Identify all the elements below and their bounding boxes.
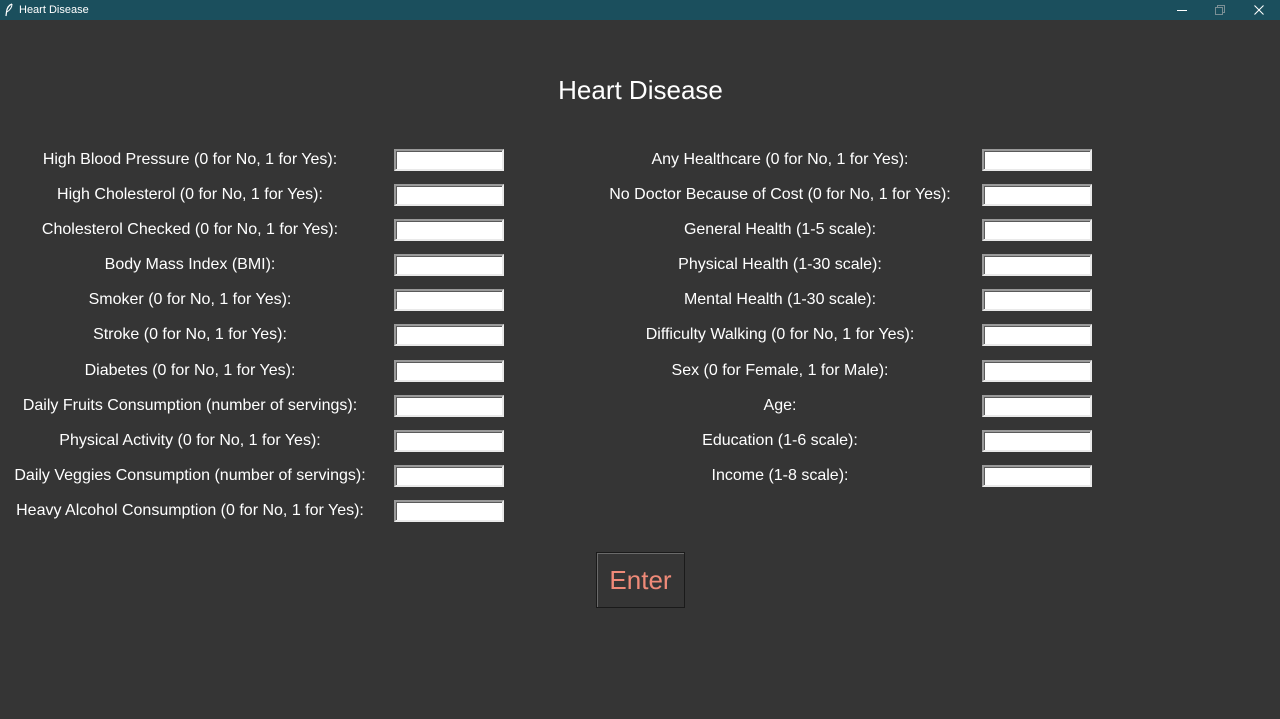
label-mental-health: Mental Health (1-30 scale):: [683, 291, 877, 308]
veggies-input[interactable]: [394, 465, 504, 487]
diabetes-input[interactable]: [394, 360, 504, 382]
close-icon: [1254, 5, 1264, 15]
label-physical-activity: Physical Activity (0 for No, 1 for Yes):: [59, 432, 321, 449]
high-blood-pressure-input[interactable]: [394, 149, 504, 171]
smoker-input[interactable]: [394, 289, 504, 311]
window-title: Heart Disease: [19, 4, 89, 16]
close-button[interactable]: [1240, 0, 1278, 20]
label-diabetes: Diabetes (0 for No, 1 for Yes):: [84, 362, 296, 379]
label-general-health: General Health (1-5 scale):: [683, 221, 877, 238]
mental-health-input[interactable]: [982, 289, 1092, 311]
fruits-input[interactable]: [394, 395, 504, 417]
label-no-doctor-cost: No Doctor Because of Cost (0 for No, 1 f…: [609, 186, 951, 203]
label-difficulty-walking: Difficulty Walking (0 for No, 1 for Yes)…: [645, 326, 915, 343]
label-bmi: Body Mass Index (BMI):: [104, 256, 276, 273]
any-healthcare-input[interactable]: [982, 149, 1092, 171]
bmi-input[interactable]: [394, 254, 504, 276]
label-smoker: Smoker (0 for No, 1 for Yes):: [88, 291, 292, 308]
income-input[interactable]: [982, 465, 1092, 487]
label-high-cholesterol: High Cholesterol (0 for No, 1 for Yes):: [57, 186, 323, 203]
label-sex: Sex (0 for Female, 1 for Male):: [671, 362, 889, 379]
high-cholesterol-input[interactable]: [394, 184, 504, 206]
label-fruits: Daily Fruits Consumption (number of serv…: [22, 397, 358, 414]
maximize-button[interactable]: [1201, 0, 1239, 20]
minimize-icon: [1177, 5, 1187, 15]
app-window: Heart Disease Heart Disease High Blood P…: [0, 0, 1280, 719]
general-health-input[interactable]: [982, 219, 1092, 241]
maximize-icon: [1215, 5, 1225, 15]
no-doctor-cost-input[interactable]: [982, 184, 1092, 206]
label-physical-health: Physical Health (1-30 scale):: [678, 256, 882, 273]
stroke-input[interactable]: [394, 324, 504, 346]
difficulty-walking-input[interactable]: [982, 324, 1092, 346]
title-bar[interactable]: Heart Disease: [0, 0, 1280, 20]
cholesterol-checked-input[interactable]: [394, 219, 504, 241]
label-cholesterol-checked: Cholesterol Checked (0 for No, 1 for Yes…: [41, 221, 339, 238]
page-title: Heart Disease: [558, 75, 723, 105]
age-input[interactable]: [982, 395, 1092, 417]
physical-health-input[interactable]: [982, 254, 1092, 276]
label-heavy-alcohol: Heavy Alcohol Consumption (0 for No, 1 f…: [16, 502, 364, 519]
heavy-alcohol-input[interactable]: [394, 500, 504, 522]
education-input[interactable]: [982, 430, 1092, 452]
label-any-healthcare: Any Healthcare (0 for No, 1 for Yes):: [651, 151, 909, 168]
enter-button[interactable]: Enter: [596, 552, 685, 608]
physical-activity-input[interactable]: [394, 430, 504, 452]
label-veggies: Daily Veggies Consumption (number of ser…: [14, 467, 366, 484]
label-high-blood-pressure: High Blood Pressure (0 for No, 1 for Yes…: [42, 151, 338, 168]
label-age: Age:: [763, 397, 797, 414]
minimize-button[interactable]: [1163, 0, 1201, 20]
sex-input[interactable]: [982, 360, 1092, 382]
label-income: Income (1-8 scale):: [711, 467, 849, 484]
label-stroke: Stroke (0 for No, 1 for Yes):: [93, 326, 287, 343]
label-education: Education (1-6 scale):: [702, 432, 858, 449]
feather-icon: [4, 3, 14, 17]
